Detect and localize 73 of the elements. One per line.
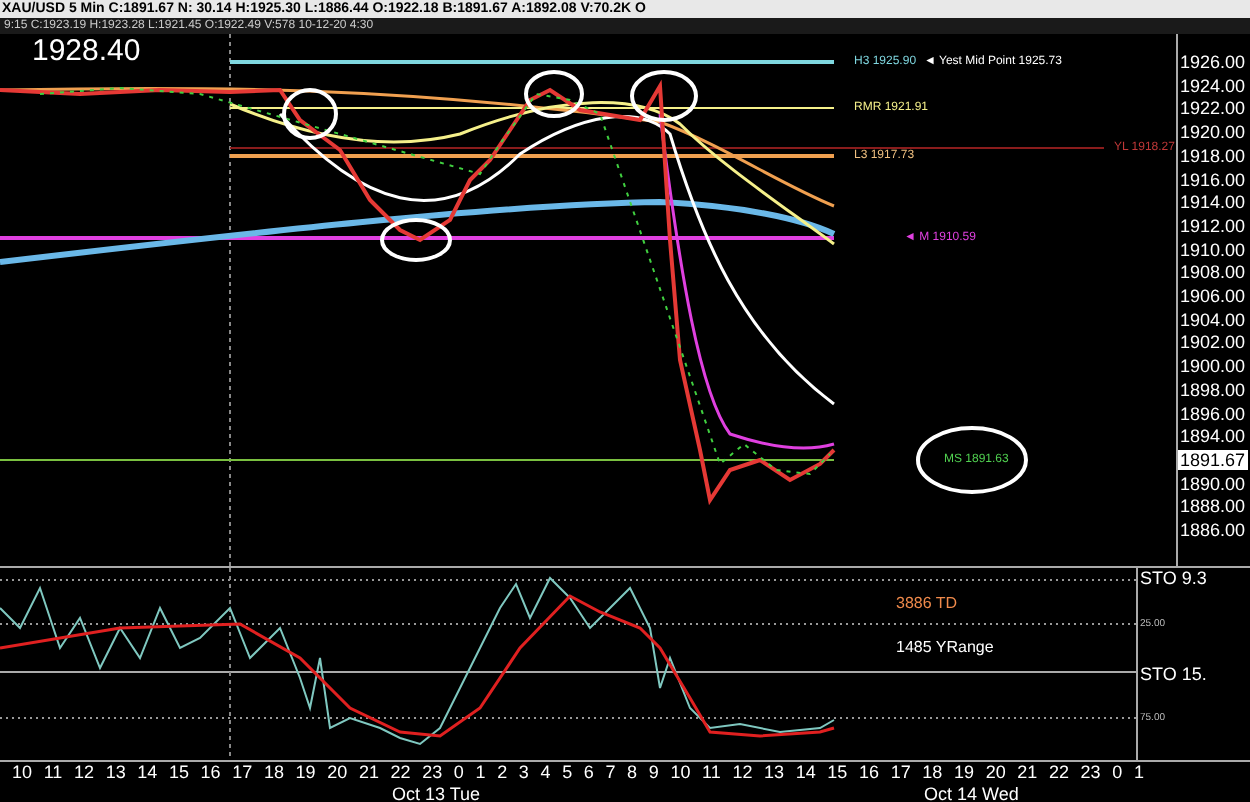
hour-label: 20: [327, 762, 348, 784]
hour-label: 9: [648, 762, 659, 784]
highlight-ellipse: [282, 88, 338, 140]
hour-label: 10: [670, 762, 691, 784]
price-label: 1916.00: [1180, 169, 1246, 189]
panel-label: 3886 TD: [896, 594, 958, 614]
hour-label: 18: [922, 762, 943, 784]
price-label: 1926.00: [1180, 52, 1246, 72]
hour-label: 6: [583, 762, 594, 784]
price-label: 1896.00: [1180, 403, 1246, 423]
hour-label: 8: [627, 762, 638, 784]
hour-label: 11: [43, 762, 63, 784]
hour-label: 17: [232, 762, 253, 784]
price-label: 1900.00: [1180, 356, 1246, 377]
hour-label: 14: [795, 762, 816, 784]
price-label: 1912.00: [1180, 215, 1246, 236]
price-label: 1898.00: [1180, 379, 1246, 400]
hour-label: 20: [985, 762, 1006, 784]
price-label: 1904.00: [1180, 309, 1246, 330]
hour-label: 23: [1080, 762, 1101, 784]
hour-label: 12: [732, 762, 753, 784]
price-label: 1886.00: [1180, 520, 1246, 540]
hour-label: 15: [168, 762, 189, 784]
last-price: 1928.40: [32, 34, 141, 70]
hour-label: 16: [859, 762, 880, 784]
date-label: Oct 13 Tue: [392, 784, 481, 802]
price-label: 1894.00: [1180, 426, 1246, 447]
highlight-ellipse: [916, 426, 1028, 494]
date-label: Oct 14 Wed: [924, 784, 1019, 802]
price-label: 1924.00: [1180, 75, 1246, 96]
hour-label: 11: [702, 762, 721, 784]
panel-label: 1485 YRange: [896, 638, 994, 658]
price-label: 1890.00: [1180, 473, 1246, 494]
hour-label: 13: [105, 762, 126, 784]
hour-label: 5: [562, 762, 573, 784]
hour-label: 10: [12, 762, 33, 784]
hour-label: 1: [475, 762, 486, 784]
hour-label: 23: [422, 762, 443, 784]
price-label: 1902.00: [1180, 332, 1246, 353]
price-label: 1906.00: [1180, 286, 1246, 306]
highlight-ellipse: [630, 70, 698, 122]
price-label: 1914.00: [1180, 192, 1246, 213]
hour-label: 17: [890, 762, 911, 784]
price-label: 1908.00: [1180, 262, 1246, 283]
hour-label: 13: [764, 762, 785, 784]
hour-label: 22: [1048, 762, 1069, 784]
hour-label: 0: [453, 762, 464, 784]
price-label: 1910.00: [1180, 239, 1246, 260]
indicator-label: STO 9.3: [1140, 568, 1207, 588]
hour-label: 16: [200, 762, 221, 784]
indicator-label: STO 15.: [1140, 664, 1207, 684]
hour-label: 21: [1017, 762, 1038, 784]
hour-label: 19: [295, 762, 316, 784]
price-label: 1922.00: [1180, 98, 1246, 119]
hour-label: 4: [540, 762, 551, 784]
price-label: 1920.00: [1180, 122, 1246, 143]
hour-label: 12: [73, 762, 94, 784]
price-label: 1918.00: [1180, 145, 1246, 166]
hour-label: 15: [827, 762, 848, 784]
hour-label: 7: [605, 762, 616, 784]
hour-label: 0: [1112, 762, 1123, 784]
hour-label: 14: [137, 762, 158, 784]
hour-label: 18: [263, 762, 284, 784]
hour-label: 19: [953, 762, 974, 784]
hour-label: 2: [497, 762, 508, 784]
highlight-ellipse: [380, 218, 452, 262]
hour-label: 21: [358, 762, 379, 784]
price-label: 1888.00: [1180, 496, 1246, 517]
hour-label: 1: [1133, 762, 1144, 784]
current-price-label: 1891.67: [1178, 449, 1248, 470]
hour-label: 22: [390, 762, 411, 784]
highlight-ellipse: [524, 70, 584, 118]
hour-label: 3: [518, 762, 529, 784]
